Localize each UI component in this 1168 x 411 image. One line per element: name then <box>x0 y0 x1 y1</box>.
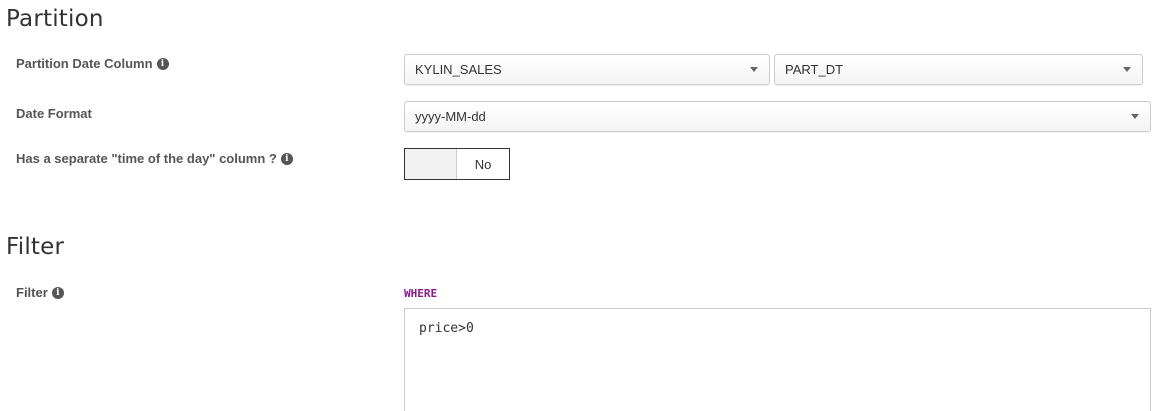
time-of-day-label-text: Has a separate "time of the day" column … <box>16 151 277 166</box>
filter-section-title: Filter <box>6 234 65 260</box>
time-of-day-toggle[interactable]: No <box>404 148 510 180</box>
partition-column-select[interactable]: PART_DT <box>774 54 1143 85</box>
partition-column-select-value: PART_DT <box>785 62 844 77</box>
info-icon[interactable]: i <box>51 286 64 299</box>
partition-table-select-value: KYLIN_SALES <box>415 62 502 77</box>
chevron-down-icon <box>1123 67 1131 72</box>
date-format-label-text: Date Format <box>16 106 92 121</box>
time-of-day-label: Has a separate "time of the day" column … <box>16 151 293 166</box>
filter-label: Filter i <box>16 285 64 300</box>
partition-table-select[interactable]: KYLIN_SALES <box>404 54 770 85</box>
model-settings-page: Partition Partition Date Column i KYLIN_… <box>0 0 1168 411</box>
partition-date-column-label-text: Partition Date Column <box>16 56 153 71</box>
filter-condition-textarea[interactable]: price>0 <box>404 308 1151 411</box>
partition-section-title: Partition <box>6 6 104 32</box>
partition-date-column-label: Partition Date Column i <box>16 56 169 71</box>
filter-label-text: Filter <box>16 285 48 300</box>
chevron-down-icon <box>1131 114 1139 119</box>
date-format-select-value: yyyy-MM-dd <box>415 109 486 124</box>
info-icon[interactable]: i <box>156 57 169 70</box>
where-keyword: WHERE <box>404 287 438 300</box>
toggle-state-label: No <box>474 156 492 172</box>
date-format-label: Date Format <box>16 106 92 121</box>
date-format-select[interactable]: yyyy-MM-dd <box>404 101 1151 132</box>
info-icon[interactable]: i <box>280 152 293 165</box>
chevron-down-icon <box>750 67 758 72</box>
toggle-knob[interactable] <box>405 149 457 179</box>
